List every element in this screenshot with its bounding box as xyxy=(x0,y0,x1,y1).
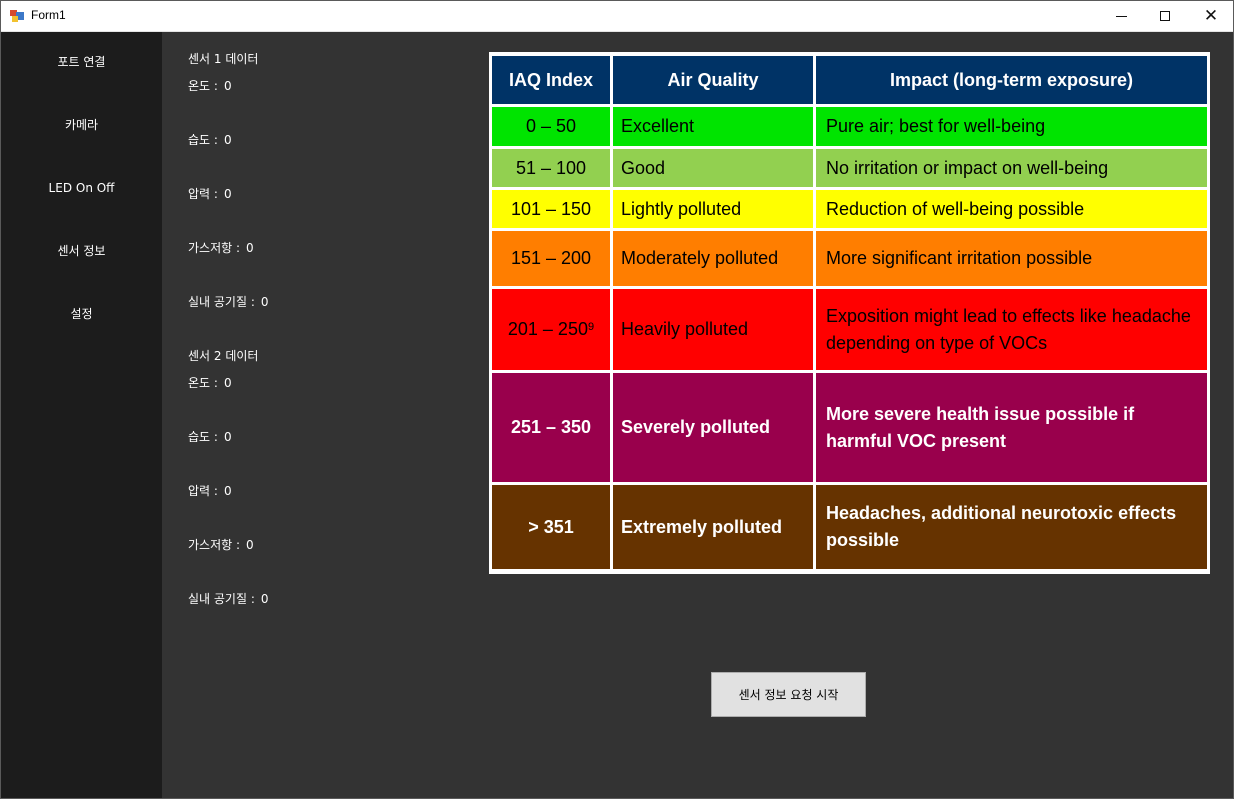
iaq-row-quality: Heavily polluted xyxy=(613,289,813,370)
minimize-icon xyxy=(1115,15,1127,17)
iaq-row-index: > 351 xyxy=(492,485,610,569)
close-button[interactable]: ✕ xyxy=(1188,1,1233,31)
iaq-row-impact: More significant irritation possible xyxy=(816,231,1207,286)
iaq-row-quality: Moderately polluted xyxy=(613,231,813,286)
app-icon xyxy=(10,10,24,22)
sensor1-pressure-value: 0 xyxy=(223,187,232,201)
iaq-row-impact: More severe health issue possible if har… xyxy=(816,373,1207,482)
iaq-row-impact: Exposition might lead to effects like he… xyxy=(816,289,1207,370)
iaq-row-quality: Good xyxy=(613,149,813,187)
sensor1-pressure: 압력 :0 xyxy=(188,187,232,201)
sidebar-item-settings[interactable]: 설정 xyxy=(1,299,162,329)
sensor2-temperature: 온도 :0 xyxy=(188,376,232,390)
iaq-header-index: IAQ Index xyxy=(492,56,610,104)
title-bar[interactable]: Form1 ✕ xyxy=(1,1,1233,32)
sensor1-iaq: 실내 공기질 :0 xyxy=(188,295,269,309)
start-sensor-request-button[interactable]: 센서 정보 요청 시작 xyxy=(711,672,866,717)
sensor2-temperature-value: 0 xyxy=(223,376,232,390)
iaq-header-impact: Impact (long-term exposure) xyxy=(816,56,1207,104)
iaq-row-index: 251 – 350 xyxy=(492,373,610,482)
window-title: Form1 xyxy=(31,8,66,22)
iaq-row-impact: No irritation or impact on well-being xyxy=(816,149,1207,187)
sidebar-item-port-connect[interactable]: 포트 연결 xyxy=(1,47,162,77)
sensor2-iaq-value: 0 xyxy=(260,592,269,606)
maximize-button[interactable] xyxy=(1142,1,1188,31)
iaq-row-impact: Pure air; best for well-being xyxy=(816,107,1207,146)
minimize-button[interactable] xyxy=(1098,1,1144,31)
sensor1-humidity-value: 0 xyxy=(223,133,232,147)
sensor2-pressure: 압력 :0 xyxy=(188,484,232,498)
iaq-row-index: 201 – 250 9 xyxy=(492,289,610,370)
sidebar-item-led[interactable]: LED On Off xyxy=(1,173,162,203)
sensor2-title: 센서 2 데이터 xyxy=(188,349,259,363)
iaq-row-quality: Severely polluted xyxy=(613,373,813,482)
iaq-row-impact: Headaches, additional neurotoxic effects… xyxy=(816,485,1207,569)
sidebar-item-sensor-info[interactable]: 센서 정보 xyxy=(1,236,162,266)
sidebar: 포트 연결 카메라 LED On Off 센서 정보 설정 xyxy=(1,32,162,798)
sensor2-humidity-value: 0 xyxy=(223,430,232,444)
sensor1-gas-resistance-value: 0 xyxy=(246,241,254,255)
sensor1-gas-resistance: 가스저항 :0 xyxy=(188,241,254,255)
iaq-row-index: 51 – 100 xyxy=(492,149,610,187)
sensor1-temperature-value: 0 xyxy=(223,79,232,93)
iaq-row-index: 101 – 150 xyxy=(492,190,610,228)
iaq-row-index: 0 – 50 xyxy=(492,107,610,146)
sensor1-title: 센서 1 데이터 xyxy=(188,52,259,66)
sensor2-humidity: 습도 :0 xyxy=(188,430,232,444)
sensor2-gas-resistance: 가스저항 :0 xyxy=(188,538,254,552)
iaq-header-quality: Air Quality xyxy=(613,56,813,104)
iaq-row-quality: Excellent xyxy=(613,107,813,146)
sensor2-iaq: 실내 공기질 :0 xyxy=(188,592,269,606)
iaq-table-image: IAQ Index Air Quality Impact (long-term … xyxy=(489,52,1210,574)
sidebar-item-camera[interactable]: 카메라 xyxy=(1,110,162,140)
iaq-row-quality: Lightly polluted xyxy=(613,190,813,228)
close-icon: ✕ xyxy=(1203,5,1219,26)
main-window: Form1 ✕ 포트 연결 카메라 LED On Off 센서 정보 설정 센서… xyxy=(0,0,1234,799)
iaq-row-index: 151 – 200 xyxy=(492,231,610,286)
iaq-row-quality: Extremely polluted xyxy=(613,485,813,569)
sensor1-humidity: 습도 :0 xyxy=(188,133,232,147)
sensor2-pressure-value: 0 xyxy=(223,484,232,498)
maximize-icon xyxy=(1160,11,1170,21)
iaq-row-impact: Reduction of well-being possible xyxy=(816,190,1207,228)
sensor1-temperature: 온도 :0 xyxy=(188,79,232,93)
sensor1-iaq-value: 0 xyxy=(260,295,269,309)
sensor2-gas-resistance-value: 0 xyxy=(246,538,254,552)
